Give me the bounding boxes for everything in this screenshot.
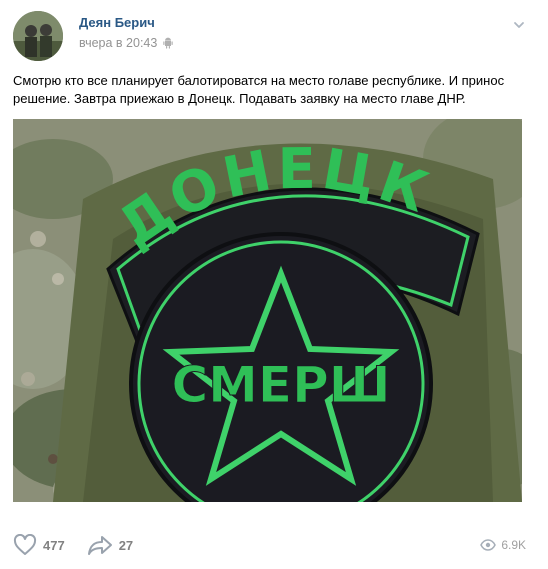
more-icon[interactable] bbox=[512, 18, 526, 32]
author-name[interactable]: Деян Берич bbox=[79, 15, 155, 30]
patch-bottom-text: СМЕРШ bbox=[171, 356, 390, 414]
smersh-patch-image: ДОНЕЦК СМЕРШ bbox=[13, 119, 522, 502]
heart-icon bbox=[13, 534, 37, 555]
share-arrow-icon bbox=[87, 536, 112, 555]
post-card: Деян Берич вчера в 20:43 Смотрю кто все … bbox=[0, 0, 548, 569]
post-photo[interactable]: ДОНЕЦК СМЕРШ bbox=[13, 119, 522, 502]
views-counter: 6.9K bbox=[480, 538, 526, 552]
share-button[interactable]: 27 bbox=[87, 534, 133, 556]
post-meta: вчера в 20:43 bbox=[79, 36, 174, 50]
avatar-image bbox=[13, 11, 63, 61]
android-icon bbox=[163, 37, 174, 49]
like-button[interactable]: 477 bbox=[13, 534, 65, 556]
post-timestamp[interactable]: вчера в 20:43 bbox=[79, 36, 157, 50]
post-actions: 477 27 6.9K bbox=[13, 534, 526, 556]
eye-icon bbox=[480, 539, 497, 551]
share-count: 27 bbox=[118, 537, 134, 553]
post-text: Смотрю кто все планирует балотироватся н… bbox=[13, 73, 505, 106]
avatar[interactable] bbox=[13, 11, 63, 61]
view-count: 6.9K bbox=[501, 538, 526, 552]
like-count: 477 bbox=[43, 537, 65, 553]
